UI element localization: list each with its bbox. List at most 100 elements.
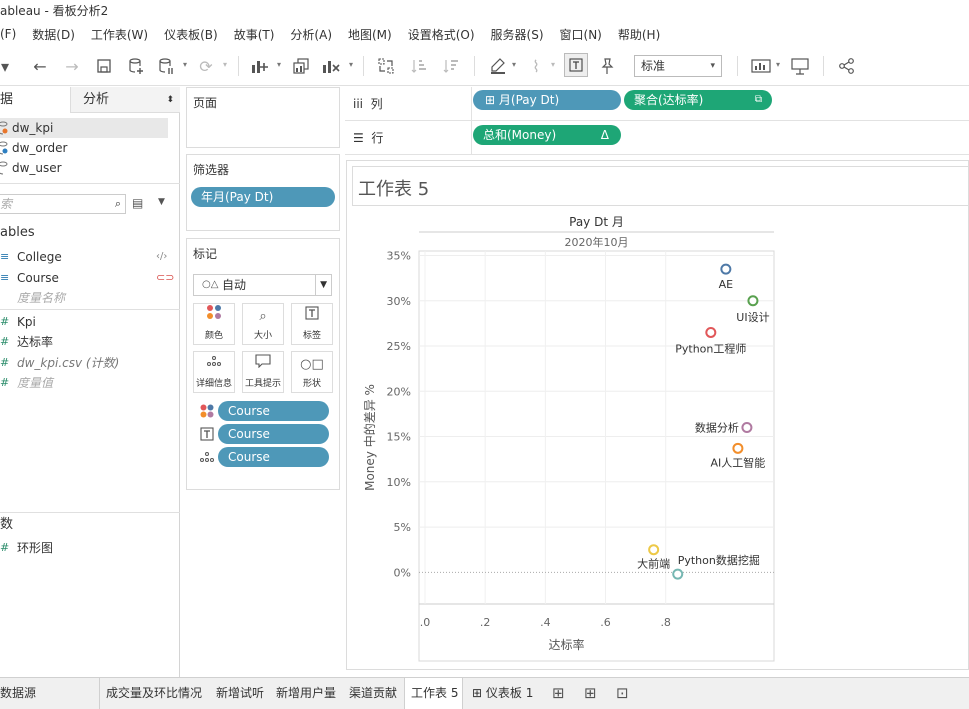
tab-analysis[interactable]: 分析 ⬍	[70, 87, 180, 113]
field-name: 度量名称	[17, 291, 66, 305]
tooltip-button[interactable]: 工具提示	[242, 351, 284, 393]
menu-story[interactable]: 故事(T)	[234, 26, 275, 43]
sort-descending-icon[interactable]	[438, 53, 464, 79]
hierarchy-icon: ‹/›	[156, 251, 168, 262]
field-count[interactable]: # dw_kpi.csv (计数)	[0, 353, 178, 373]
list-view-icon[interactable]: ▤	[132, 196, 143, 210]
scatter-point[interactable]	[747, 295, 759, 307]
tab-new-trial[interactable]: 新增试听	[216, 678, 264, 709]
menu-format[interactable]: 设置格式(O)	[408, 26, 475, 43]
pause-dropdown-icon[interactable]: ▾	[183, 60, 187, 69]
shape-button[interactable]: ○□ 形状	[291, 351, 333, 393]
menu-worksheet[interactable]: 工作表(W)	[91, 26, 148, 43]
field-measure-values[interactable]: # 度量值	[0, 373, 178, 393]
paperclip-icon[interactable]: ⌇	[523, 53, 549, 79]
measure-icon: #	[0, 335, 10, 348]
sheet-title-box[interactable]	[352, 166, 969, 206]
menu-dashboard[interactable]: 仪表板(B)	[164, 26, 218, 43]
show-cards-icon[interactable]	[748, 53, 774, 79]
scatter-point[interactable]	[672, 568, 684, 580]
field-search-input[interactable]: 索 ⌕	[0, 194, 126, 214]
marks-pill-course-detail[interactable]: Course	[218, 447, 329, 467]
marks-pill-course-label[interactable]: Course	[218, 424, 329, 444]
detail-button[interactable]: 详细信息	[193, 351, 235, 393]
marks-pill-course-color[interactable]: Course	[218, 401, 329, 421]
show-labels-icon[interactable]	[564, 53, 588, 77]
toolbar-menu-icon[interactable]: ▾	[0, 53, 18, 79]
forward-arrow-icon[interactable]: →	[59, 53, 85, 79]
row-pill-sum-money[interactable]: 总和(Money) Δ	[473, 125, 621, 145]
presentation-mode-icon[interactable]	[787, 53, 813, 79]
field-college[interactable]: ≡ College ‹/›	[0, 247, 178, 267]
refresh-icon[interactable]: ⟳	[193, 53, 219, 79]
field-kpi[interactable]: # Kpi	[0, 312, 178, 332]
share-icon[interactable]	[834, 53, 860, 79]
field-measure-names[interactable]: 度量名称	[0, 288, 178, 308]
label-button[interactable]: 标签	[291, 303, 333, 345]
duplicate-sheet-icon[interactable]	[288, 53, 314, 79]
menu-window[interactable]: 窗口(N)	[560, 26, 602, 43]
field-course[interactable]: ≡ Course ⊂⊃	[0, 268, 178, 288]
columns-shelf[interactable]: iii 列 ⊞ 月(Pay Dt) 聚合(达标率) ⧉	[345, 87, 969, 121]
color-button-label: 颜色	[204, 331, 223, 341]
field-rate[interactable]: # 达标率	[0, 332, 178, 352]
pages-card[interactable]: 页面	[186, 87, 340, 148]
size-button[interactable]: ⌕ 大小	[242, 303, 284, 345]
menu-help[interactable]: 帮助(H)	[618, 26, 660, 43]
column-pill-agg-rate[interactable]: 聚合(达标率) ⧉	[624, 90, 772, 110]
menu-analysis[interactable]: 分析(A)	[290, 26, 332, 43]
tab-label: 仪表板 1	[485, 686, 534, 700]
clear-sheet-icon[interactable]	[318, 53, 344, 79]
pane-menu-icon[interactable]: ▼	[158, 197, 165, 207]
new-datasource-icon[interactable]	[123, 53, 149, 79]
y-tick-label: 15%	[387, 431, 411, 444]
pause-update-icon[interactable]	[153, 53, 179, 79]
new-dashboard-tab-icon[interactable]: ⊞	[584, 678, 597, 709]
tab-worksheet-5[interactable]: 工作表 5	[404, 678, 463, 709]
sort-ascending-icon[interactable]	[406, 53, 432, 79]
refresh-dropdown-icon[interactable]: ▾	[223, 60, 227, 69]
scatter-point[interactable]	[732, 442, 744, 454]
scatter-point[interactable]	[741, 422, 753, 433]
menu-server[interactable]: 服务器(S)	[491, 26, 544, 43]
tab-dashboard-1[interactable]: ⊞ 仪表板 1	[472, 678, 533, 709]
mark-type-select[interactable]: ○△ 自动 ▼	[193, 274, 332, 296]
pages-card-title: 页面	[193, 96, 218, 110]
rows-shelf[interactable]: ☰ 行 总和(Money) Δ	[345, 121, 969, 155]
new-worksheet-tab-icon[interactable]: ⊞	[552, 678, 565, 709]
scatter-point[interactable]	[720, 263, 732, 275]
param-donut[interactable]: # 环形图	[0, 538, 178, 558]
scatter-point[interactable]	[705, 326, 717, 338]
shelf-divider	[471, 121, 472, 155]
show-cards-dropdown-icon[interactable]: ▾	[776, 60, 780, 69]
tab-new-users[interactable]: 新增用户量	[276, 678, 336, 709]
datasource-dw-kpi[interactable]: dw_kpi	[0, 118, 168, 138]
highlight-dropdown-icon[interactable]: ▾	[512, 60, 516, 69]
menu-file[interactable]: (F)	[0, 27, 16, 41]
view-size-select[interactable]: 标准 ▾	[634, 55, 722, 77]
filter-pill-paydt[interactable]: 年月(Pay Dt)	[191, 187, 335, 207]
scatter-point[interactable]	[648, 544, 660, 556]
new-worksheet-dropdown-icon[interactable]: ▾	[277, 60, 281, 69]
clear-sheet-dropdown-icon[interactable]: ▾	[349, 60, 353, 69]
menu-data[interactable]: 数据(D)	[32, 26, 75, 43]
group-dropdown-icon[interactable]: ▾	[551, 60, 555, 69]
menu-map[interactable]: 地图(M)	[348, 26, 392, 43]
datasource-name: dw_user	[12, 161, 62, 175]
filters-card[interactable]: 筛选器 年月(Pay Dt)	[186, 154, 340, 231]
save-icon[interactable]	[91, 53, 117, 79]
toolbar-separator	[823, 56, 824, 76]
tab-data[interactable]: 据	[0, 87, 70, 113]
pin-icon[interactable]	[594, 53, 620, 79]
highlight-pen-icon[interactable]	[485, 53, 511, 79]
new-story-tab-icon[interactable]: ⊡	[616, 678, 629, 709]
tab-channel[interactable]: 渠道贡献	[349, 678, 397, 709]
swap-rows-columns-icon[interactable]	[373, 53, 399, 79]
color-button[interactable]: 颜色	[193, 303, 235, 345]
tab-datasource[interactable]: 数据源	[0, 678, 100, 709]
column-pill-month-paydt[interactable]: ⊞ 月(Pay Dt)	[473, 90, 621, 110]
back-arrow-icon[interactable]: ←	[27, 53, 53, 79]
tab-volume-ratio[interactable]: 成交量及环比情况	[106, 678, 202, 709]
new-worksheet-icon[interactable]	[247, 53, 273, 79]
rows-label-text: 行	[371, 131, 384, 145]
